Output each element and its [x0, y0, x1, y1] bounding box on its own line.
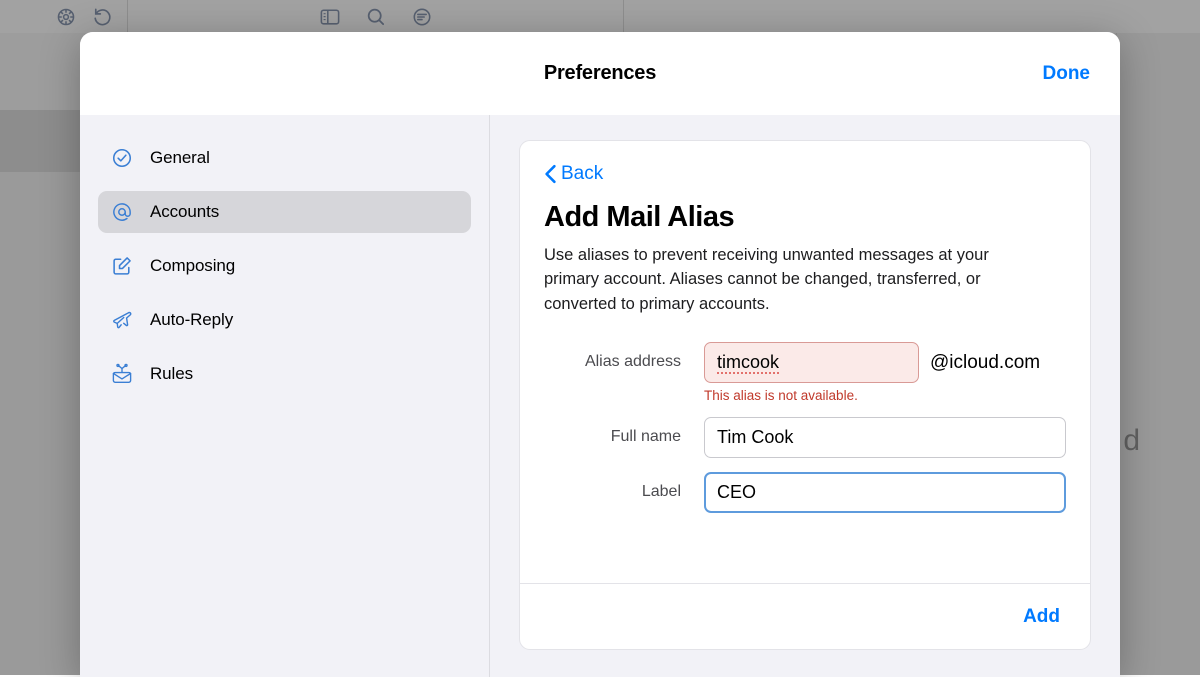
alias-input-value: timcook	[717, 352, 779, 372]
page-title: Preferences	[544, 62, 656, 85]
dialog-body: General Accounts Compo	[80, 115, 1120, 677]
alias-error-message: This alias is not available.	[704, 388, 1066, 403]
form-row-label: Label	[544, 472, 1066, 513]
full-name-field-label: Full name	[544, 417, 704, 446]
section-heading: Add Mail Alias	[544, 201, 1066, 234]
form-row-full-name: Full name	[544, 417, 1066, 458]
full-name-field-wrap	[704, 417, 1066, 458]
card-main: Back Add Mail Alias Use aliases to preve…	[520, 141, 1090, 583]
alias-field-inline: timcook @icloud.com	[704, 342, 1066, 383]
chevron-left-icon	[544, 164, 557, 184]
sidebar-item-general[interactable]: General	[98, 137, 471, 179]
sidebar-item-rules[interactable]: Rules	[98, 353, 471, 395]
sidebar-item-label: Rules	[150, 364, 193, 384]
background-partial-text: d	[1123, 424, 1140, 458]
alias-domain-suffix: @icloud.com	[930, 352, 1040, 374]
undo-icon[interactable]	[91, 6, 113, 28]
search-icon[interactable]	[365, 6, 387, 28]
label-field-wrap	[704, 472, 1066, 513]
background-toolbar-center-group	[128, 0, 624, 33]
form-row-alias: Alias address timcook @icloud.com This a…	[544, 342, 1066, 403]
sidebar-item-label: Accounts	[150, 202, 219, 222]
paper-plane-icon	[110, 308, 134, 332]
background-toolbar-left-group	[0, 0, 128, 33]
sidebar-item-label: General	[150, 148, 210, 168]
sidebar-item-accounts[interactable]: Accounts	[98, 191, 471, 233]
full-name-input[interactable]	[704, 417, 1066, 458]
card-footer: Add	[520, 583, 1090, 649]
sidebar-item-label: Auto-Reply	[150, 310, 233, 330]
done-button[interactable]: Done	[1037, 59, 1097, 89]
gear-icon[interactable]	[55, 6, 77, 28]
sidebar-toggle-icon[interactable]	[319, 6, 341, 28]
label-input[interactable]	[704, 472, 1066, 513]
settings-sidebar: General Accounts Compo	[80, 115, 490, 677]
alias-field-label: Alias address	[544, 342, 704, 371]
sidebar-item-label: Composing	[150, 256, 235, 276]
add-button[interactable]: Add	[1017, 602, 1066, 632]
background-toolbar	[0, 0, 1200, 33]
at-sign-icon	[110, 200, 134, 224]
background-right-pane	[1116, 33, 1200, 675]
preferences-dialog: Preferences Done General	[80, 32, 1120, 677]
dialog-header: Preferences Done	[80, 32, 1120, 115]
add-mail-alias-card: Back Add Mail Alias Use aliases to preve…	[519, 140, 1091, 650]
check-circle-icon	[110, 146, 134, 170]
sidebar-item-auto-reply[interactable]: Auto-Reply	[98, 299, 471, 341]
settings-content: Back Add Mail Alias Use aliases to preve…	[490, 115, 1120, 677]
section-description: Use aliases to prevent receiving unwante…	[544, 243, 1036, 316]
mail-rules-icon	[110, 362, 134, 386]
alias-field-wrap: timcook @icloud.com This alias is not av…	[704, 342, 1066, 403]
back-button[interactable]: Back	[544, 163, 603, 185]
alias-input[interactable]: timcook	[704, 342, 919, 383]
sidebar-item-composing[interactable]: Composing	[98, 245, 471, 287]
back-label: Back	[561, 163, 603, 185]
filter-icon[interactable]	[411, 6, 433, 28]
compose-icon	[110, 254, 134, 278]
label-field-label: Label	[544, 472, 704, 501]
